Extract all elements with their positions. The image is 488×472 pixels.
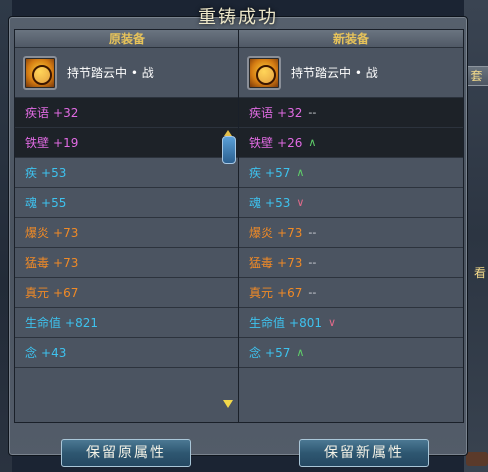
new-stat-list: 疾语 +32 -- 铁壁 +26 ∧ 疾 +57 ∧ 魂 +53 ∨ 爆炎 +73 -- 猛毒 +73 -- 真元 +… xyxy=(239,98,463,368)
stat-value: +57 xyxy=(265,165,291,180)
stat-row: 猛毒 +73 xyxy=(15,248,239,278)
new-equipment-panel: 新装备 持节踏云中 • 战 疾语 +32 -- 铁壁 +26 ∧ 疾 +57 ∧ 魂 +53 ∨ 爆炎 +… xyxy=(238,29,464,423)
stat-label: 真元 xyxy=(249,286,274,300)
stat-row: 念 +43 xyxy=(15,338,239,368)
stat-value: +821 xyxy=(65,315,98,330)
no-change-icon: -- xyxy=(308,256,317,269)
keep-original-button[interactable]: 保留原属性 xyxy=(61,439,191,467)
original-equipment-header: 原装备 xyxy=(15,30,239,48)
stat-value: +53 xyxy=(265,195,291,210)
stat-label: 疾 xyxy=(25,166,38,180)
original-stat-list: 疾语 +32 铁壁 +19 疾 +53 魂 +55 爆炎 +73 猛毒 +73 真元 +67 生命值 +821… xyxy=(15,98,239,368)
stat-row: 猛毒 +73 -- xyxy=(239,248,463,278)
increase-arrow-icon: ∧ xyxy=(308,136,317,149)
stat-value: +32 xyxy=(53,105,79,120)
stat-value: +801 xyxy=(289,315,322,330)
stat-label: 爆炎 xyxy=(25,226,50,240)
original-item-name: 持节踏云中 • 战 xyxy=(67,66,154,80)
stat-value: +73 xyxy=(277,255,303,270)
new-item-name: 持节踏云中 • 战 xyxy=(291,66,378,80)
stat-label: 念 xyxy=(249,346,262,360)
stat-row: 疾 +53 xyxy=(15,158,239,188)
stat-row: 生命值 +821 xyxy=(15,308,239,338)
stat-label: 猛毒 xyxy=(249,256,274,270)
stat-label: 生命值 xyxy=(25,316,62,330)
stat-row: 魂 +55 xyxy=(15,188,239,218)
stat-row: 念 +57 ∧ xyxy=(239,338,463,368)
stat-row: 铁壁 +19 xyxy=(15,128,239,158)
background-mark xyxy=(466,452,488,466)
original-item-row: 持节踏云中 • 战 xyxy=(15,48,239,98)
stat-row: 魂 +53 ∨ xyxy=(239,188,463,218)
stat-value: +32 xyxy=(277,105,303,120)
decrease-arrow-icon: ∨ xyxy=(296,196,305,209)
stat-label: 猛毒 xyxy=(25,256,50,270)
stat-label: 真元 xyxy=(25,286,50,300)
stat-label: 爆炎 xyxy=(249,226,274,240)
decrease-arrow-icon: ∨ xyxy=(327,316,337,329)
no-change-icon: -- xyxy=(308,226,317,239)
stat-value: +55 xyxy=(41,195,67,210)
stat-value: +57 xyxy=(265,345,291,360)
stat-row: 铁壁 +26 ∧ xyxy=(239,128,463,158)
stat-label: 生命值 xyxy=(249,316,286,330)
background-text: 看 xyxy=(473,266,486,280)
new-item-row: 持节踏云中 • 战 xyxy=(239,48,463,98)
no-change-icon: -- xyxy=(308,286,317,299)
stat-row: 疾语 +32 xyxy=(15,98,239,128)
stat-row: 爆炎 +73 -- xyxy=(239,218,463,248)
stat-value: +53 xyxy=(41,165,67,180)
stat-row: 生命值 +801 ∨ xyxy=(239,308,463,338)
increase-arrow-icon: ∧ xyxy=(296,346,305,359)
stat-row: 真元 +67 -- xyxy=(239,278,463,308)
stat-value: +67 xyxy=(277,285,303,300)
original-equipment-panel: 原装备 持节踏云中 • 战 疾语 +32 铁壁 +19 疾 +53 魂 +55 爆炎 +73 猛毒 +… xyxy=(14,29,240,423)
reforge-result-dialog: 重铸成功 六变属属性 原装备 持节踏云中 • 战 疾语+32铁壁+19疾+53魂… xyxy=(8,7,468,467)
stat-value: +19 xyxy=(53,135,79,150)
stat-label: 魂 xyxy=(249,196,262,210)
stat-row: 疾语 +32 -- xyxy=(239,98,463,128)
stat-row: 疾 +57 ∧ xyxy=(239,158,463,188)
stat-label: 疾语 xyxy=(249,106,274,120)
stat-value: +73 xyxy=(53,225,79,240)
new-equipment-header: 新装备 xyxy=(239,30,463,48)
stat-label: 疾 xyxy=(249,166,262,180)
scroll-down-arrow-icon[interactable] xyxy=(223,400,233,408)
no-change-icon: -- xyxy=(308,106,317,119)
stat-value: +73 xyxy=(277,225,303,240)
increase-arrow-icon: ∧ xyxy=(296,166,305,179)
stat-label: 念 xyxy=(25,346,38,360)
stat-value: +73 xyxy=(53,255,79,270)
stat-row: 爆炎 +73 xyxy=(15,218,239,248)
stat-label: 铁壁 xyxy=(249,136,274,150)
stat-label: 疾语 xyxy=(25,106,50,120)
stat-value: +67 xyxy=(53,285,79,300)
stat-value: +26 xyxy=(277,135,303,150)
keep-new-button[interactable]: 保留新属性 xyxy=(299,439,429,467)
stat-label: 铁壁 xyxy=(25,136,50,150)
stat-label: 魂 xyxy=(25,196,38,210)
equipment-seal-icon[interactable] xyxy=(23,55,57,90)
equipment-seal-icon[interactable] xyxy=(247,55,281,90)
scrollbar-thumb[interactable] xyxy=(222,136,236,164)
stat-value: +43 xyxy=(41,345,67,360)
stat-row: 真元 +67 xyxy=(15,278,239,308)
